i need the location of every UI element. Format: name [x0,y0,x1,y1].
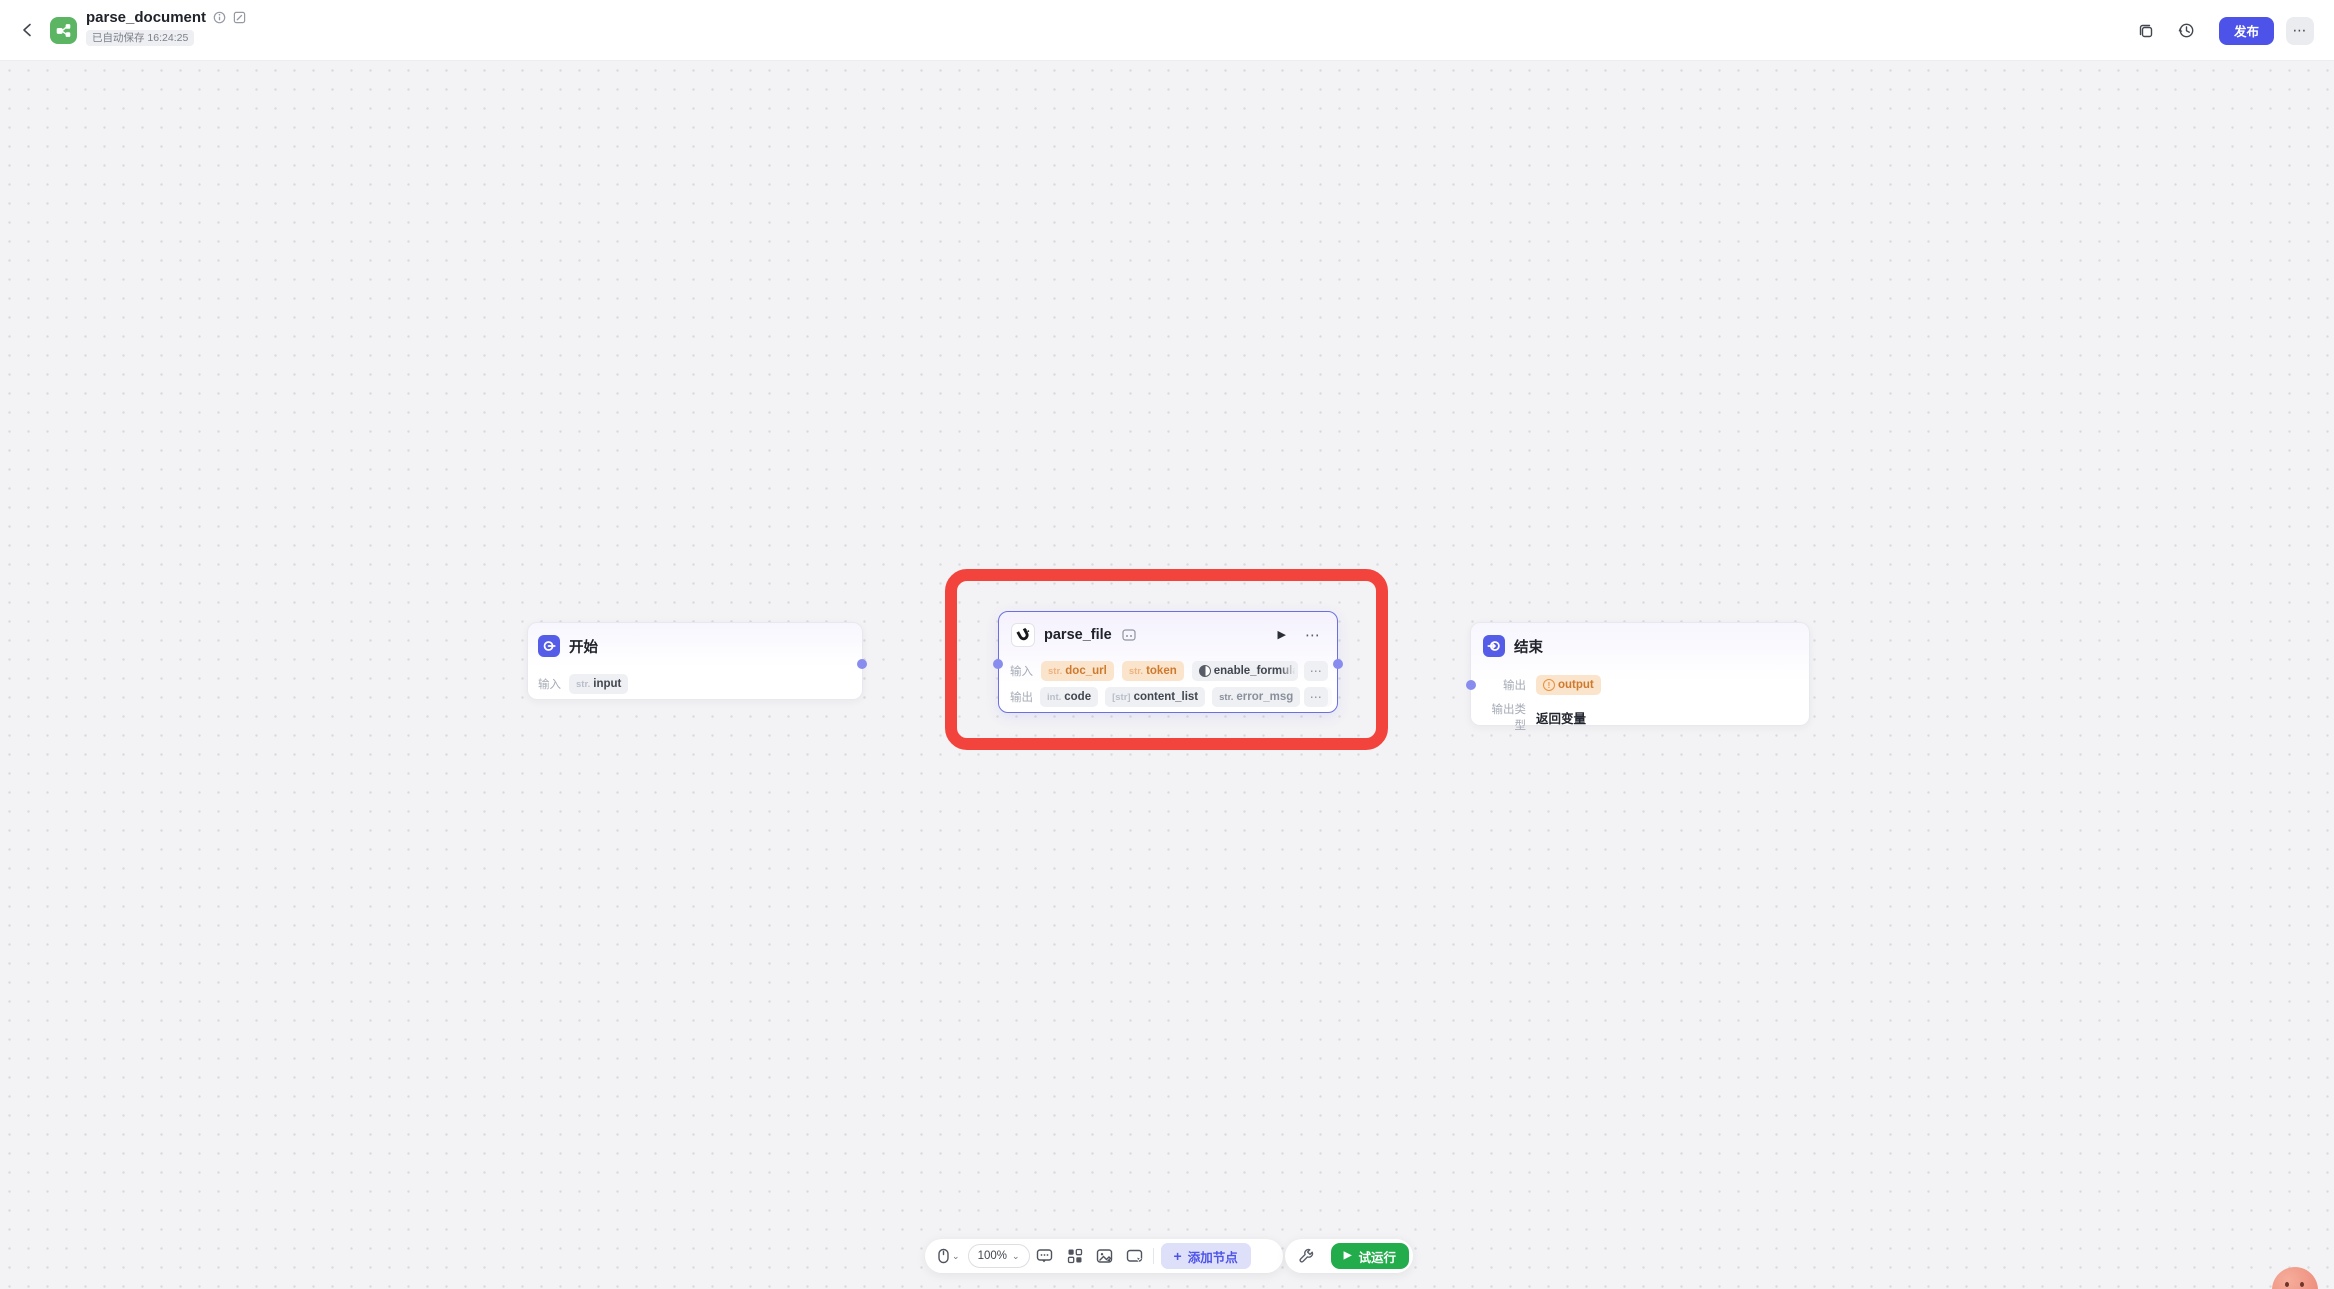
param-chip-token[interactable]: str.token [1122,661,1184,681]
run-play-icon: ▶ [1344,1251,1352,1261]
node-more-icon[interactable]: ⋯ [1305,628,1321,643]
test-run-button[interactable]: ▶ 试运行 [1331,1243,1409,1269]
more-actions-button[interactable]: ⋯ [2286,17,2314,45]
param-chip-doc-url[interactable]: str.doc_url [1041,661,1114,681]
node-parse-file[interactable]: parse_file ▶ ⋯ 输入 str.doc_url str.token … [998,611,1338,713]
autosave-status-badge: 已自动保存 16:24:25 [86,30,194,46]
mouse-icon [937,1248,950,1264]
workflow-app-icon [50,17,77,44]
pointer-mode-dropdown[interactable]: ⌄ [937,1248,960,1264]
end-output-row: 输出 !output [1481,675,1601,695]
param-chip-enable-formula[interactable]: enable_formula [1192,661,1298,681]
input-label: 输入 [538,676,561,692]
toolbar-divider [1153,1248,1154,1264]
history-icon[interactable] [2171,16,2201,46]
mascot-eye [2285,1282,2289,1287]
duplicate-icon[interactable] [2131,16,2161,46]
param-chip-output[interactable]: !output [1536,675,1601,695]
param-chip-input[interactable]: str.input [569,674,628,694]
node-start[interactable]: 开始 输入 str.input [527,622,863,700]
parse-inputs-row: 输入 str.doc_url str.token enable_formula [1010,661,1298,681]
canvas-toolbar: ⌄ 100% ⌄ + 添加节点 [925,1239,1283,1273]
info-icon[interactable] [213,11,226,24]
start-node-header: 开始 [528,623,862,657]
top-bar-actions: 发布 ⋯ [2131,0,2334,61]
output-type-value: 返回变量 [1536,708,1586,727]
publish-button[interactable]: 发布 [2219,17,2274,45]
top-bar: parse_document 已自动保存 16:24:25 发布 ⋯ [0,0,2334,61]
page-title: parse_document [86,8,206,27]
edit-icon[interactable] [233,11,246,24]
auto-layout-icon[interactable] [1060,1241,1090,1271]
node-run-icon[interactable]: ▶ [1278,630,1286,641]
inputs-more-chip[interactable]: ⋯ [1304,661,1328,681]
parse-outputs-row: 输出 int.code [str]content_list str.error_… [1010,687,1332,707]
plugin-store-icon [1122,629,1136,641]
zoom-level-value: 100% [978,1250,1007,1262]
start-input-row: 输入 str.input [538,674,628,694]
parse-node-title: parse_file [1044,627,1112,643]
parse-output-port[interactable] [1333,659,1343,669]
end-input-port[interactable] [1466,680,1476,690]
input-label: 输入 [1010,663,1033,679]
comment-icon[interactable] [1030,1241,1060,1271]
parse-input-port[interactable] [993,659,1003,669]
boolean-type-icon [1199,665,1211,677]
output-label: 输出 [1010,689,1033,705]
param-chip-code[interactable]: int.code [1040,687,1098,707]
add-node-button[interactable]: + 添加节点 [1161,1243,1251,1269]
end-node-icon [1483,635,1505,657]
param-chip-content-list[interactable]: [str]content_list [1105,687,1205,707]
run-toolbar: ▶ 试运行 [1285,1239,1413,1273]
end-node-title: 结束 [1514,636,1543,657]
wrench-icon[interactable] [1298,1248,1314,1264]
param-chip-error-msg[interactable]: str.error_msg [1212,687,1300,707]
end-output-type-row: 输出类型 返回变量 [1481,701,1586,733]
chevron-down-icon: ⌄ [952,1252,960,1261]
output-type-label: 输出类型 [1481,701,1526,733]
title-block: parse_document 已自动保存 16:24:25 [86,8,246,46]
start-output-port[interactable] [857,659,867,669]
start-node-icon [538,635,560,657]
zoom-level-select[interactable]: 100% ⌄ [968,1244,1030,1268]
plugin-magnet-icon [1011,623,1035,647]
start-node-title: 开始 [569,636,598,657]
chevron-down-icon: ⌄ [1012,1252,1020,1261]
outputs-more-chip[interactable]: ⋯ [1304,687,1328,707]
end-node-header: 结束 [1471,623,1809,657]
node-end[interactable]: 结束 输出 !output 输出类型 返回变量 [1470,622,1810,726]
screen-select-icon[interactable] [1120,1241,1150,1271]
mascot-eye [2300,1282,2304,1287]
output-label: 输出 [1481,677,1526,693]
parse-node-header: parse_file ▶ ⋯ [999,612,1337,647]
image-export-icon[interactable] [1090,1241,1120,1271]
back-button[interactable] [16,19,38,41]
plus-icon: + [1174,1249,1182,1263]
warning-icon: ! [1543,679,1555,691]
